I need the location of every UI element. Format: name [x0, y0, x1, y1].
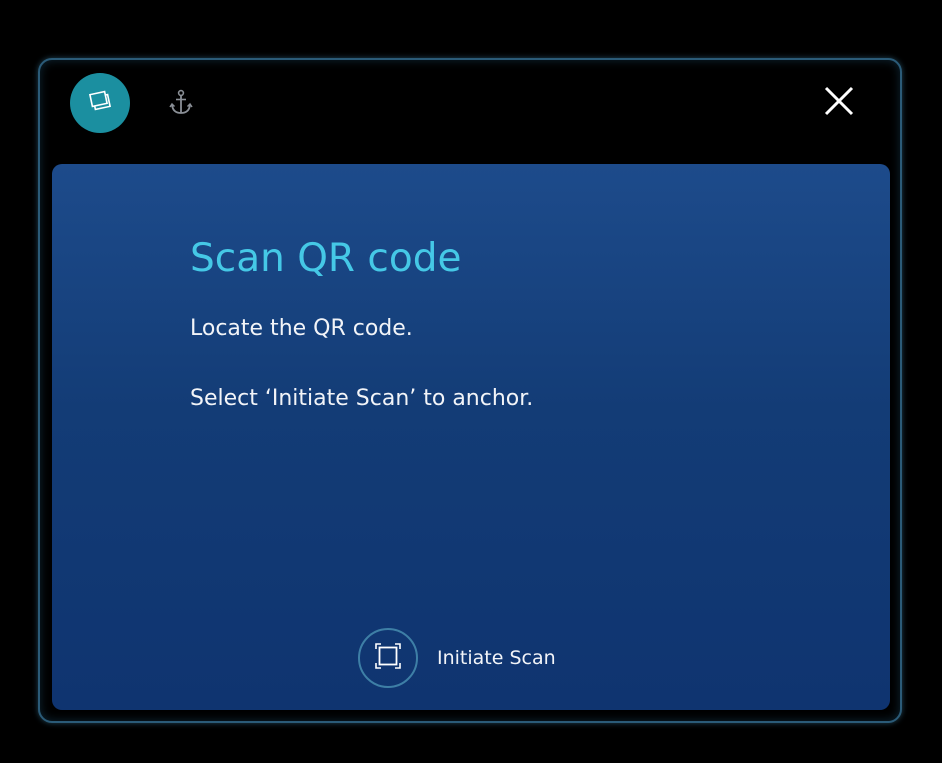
dialog-title: Scan QR code: [190, 236, 462, 281]
instruction-select: Select ‘Initiate Scan’ to anchor.: [190, 386, 534, 411]
stacked-panels-icon: [85, 86, 115, 120]
close-button[interactable]: [819, 83, 859, 123]
anchor-button[interactable]: [166, 89, 196, 121]
initiate-scan-button[interactable]: Initiate Scan: [358, 626, 556, 690]
scan-frame-icon: [374, 642, 402, 674]
content-panel: Scan QR code Locate the QR code. Select …: [52, 164, 890, 710]
app-menu-button[interactable]: [70, 73, 130, 133]
close-icon: [822, 84, 856, 122]
initiate-scan-icon-circle[interactable]: [358, 628, 418, 688]
anchor-icon: [168, 89, 194, 121]
initiate-scan-label: Initiate Scan: [437, 647, 556, 669]
scan-dialog-window: Scan QR code Locate the QR code. Select …: [38, 58, 902, 723]
title-bar: [40, 60, 900, 164]
instruction-locate: Locate the QR code.: [190, 316, 413, 341]
